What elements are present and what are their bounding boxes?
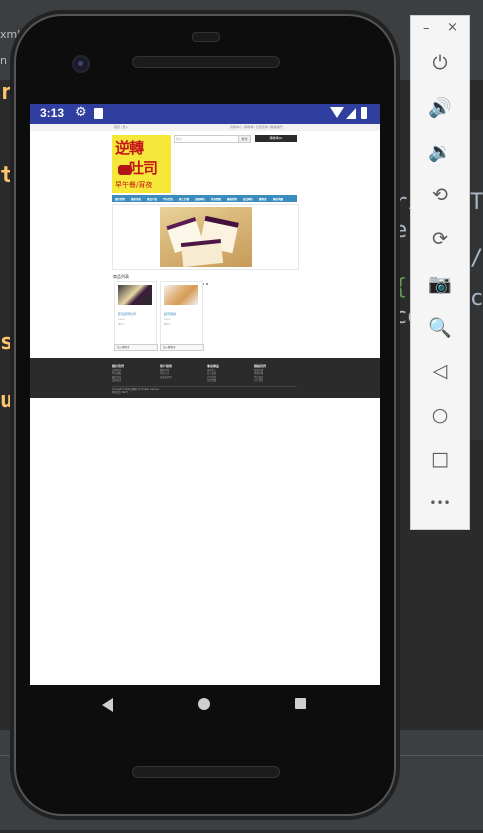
close-button[interactable]: × [447, 20, 458, 35]
footer-link[interactable]: 加盟資訊 [112, 380, 124, 383]
add-to-cart-button[interactable]: 加入購物車 [160, 344, 204, 351]
menu-item[interactable]: 線上訂購 [179, 197, 189, 201]
product-image[interactable] [118, 285, 152, 305]
product-stock: 庫存 99 [118, 324, 125, 326]
product-name[interactable]: 起司蛋餅 [164, 312, 176, 316]
emulator-toolbar: – × ⏻ 🔊 🔉 ⟲ ⟳ 📷 🔍 ◁ ○ □ ••• [410, 15, 470, 530]
ide-code-text: T [470, 190, 483, 215]
product-price: NT$ 50 [164, 319, 171, 321]
volume-up-icon[interactable]: 🔊 [425, 92, 455, 122]
ide-code-text: / [470, 246, 483, 271]
home-icon[interactable]: ○ [425, 400, 455, 430]
banner-carousel[interactable] [112, 204, 299, 270]
menu-item[interactable]: 門市資訊 [163, 197, 173, 201]
minimize-button[interactable]: – [423, 21, 430, 36]
search-input[interactable]: 搜尋 [174, 135, 239, 143]
gear-icon: ⚙ [75, 105, 87, 120]
speaker-grill-bottom [132, 766, 280, 778]
footer-heading: 聯絡我們 [254, 364, 267, 368]
front-camera [72, 55, 90, 73]
speaker-grill-top [132, 56, 280, 68]
volume-down-icon[interactable]: 🔉 [425, 136, 455, 166]
rotate-right-icon[interactable]: ⟳ [425, 224, 455, 254]
status-bar: 3:13 ⚙ [30, 104, 380, 124]
menu-item[interactable]: 購物車 [259, 197, 267, 201]
footer-heading: 客戶服務 [160, 364, 173, 368]
sd-card-icon [94, 108, 103, 119]
add-to-cart-button[interactable]: 加入購物車 [114, 344, 158, 351]
menu-item[interactable]: 網站地圖 [273, 197, 283, 201]
battery-icon [361, 107, 367, 119]
ide-tab-label[interactable]: xml [0, 28, 20, 41]
rotate-left-icon[interactable]: ⟲ [425, 180, 455, 210]
footer-heading: 會員專區 [207, 364, 220, 368]
footer-column: 聯絡我們 客服信箱 營業時間 門市電話 合作提案 [254, 364, 266, 383]
carousel-indicators[interactable] [202, 270, 210, 289]
earpiece [192, 32, 220, 42]
wifi-icon [330, 107, 344, 118]
overview-icon[interactable]: □ [425, 444, 455, 474]
more-icon[interactable]: ••• [425, 488, 455, 518]
banner-toast [180, 238, 224, 267]
site-logo[interactable]: 逆轉 吐司 早午餐/宵夜 [112, 135, 171, 193]
site-footer: 關於我們 品牌故事 門市據點 最新消息 加盟資訊 客戶服務 購物說明 付款方式 … [30, 358, 380, 398]
back-icon[interactable]: ◁ [425, 356, 455, 386]
menu-item[interactable]: 會員專區 [243, 197, 253, 201]
footer-link[interactable]: 常見問題 [207, 380, 219, 383]
footer-column: 關於我們 品牌故事 門市據點 最新消息 加盟資訊 [112, 364, 124, 383]
menu-item[interactable]: 聯絡我們 [227, 197, 237, 201]
footer-divider [112, 386, 297, 387]
product-card[interactable]: 藍莓起司吐司 NT$ 60 庫存 99 [114, 281, 157, 345]
menu-item[interactable]: 最新消息 [131, 197, 141, 201]
webpage[interactable]: 首頁 | 登入 會員中心 | 購物車 | 訂單查詢 | 聯絡我們 逆轉 吐司 早… [30, 124, 380, 685]
footer-column: 客戶服務 購物說明 付款方式 退換貨說明 [160, 364, 172, 380]
logo-line-1: 逆轉 [115, 139, 144, 157]
footer-heading: 關於我們 [112, 364, 125, 368]
product-image[interactable] [164, 285, 198, 305]
footer-link[interactable]: 退換貨說明 [160, 377, 172, 380]
product-stock: 庫存 99 [164, 324, 171, 326]
logo-line-3: 早午餐/宵夜 [115, 181, 153, 189]
zoom-icon[interactable]: 🔍 [425, 312, 455, 342]
topbar-left-links[interactable]: 首頁 | 登入 [114, 125, 128, 129]
status-time: 3:13 [40, 106, 65, 120]
ide-scrollbar[interactable] [469, 120, 483, 440]
topbar-right-links[interactable]: 會員中心 | 購物車 | 訂單查詢 | 聯絡我們 [230, 125, 282, 129]
phone-screen[interactable]: 3:13 ⚙ 首頁 | 登入 會員中心 | 購物車 | 訂單查詢 | 聯絡我們 … [30, 104, 380, 685]
section-title: 商品列表 [113, 274, 129, 279]
cell-signal-icon [346, 108, 356, 119]
power-icon[interactable]: ⏻ [425, 48, 455, 78]
footer-link[interactable]: 合作提案 [254, 380, 266, 383]
ide-code-text: co [470, 286, 483, 311]
menu-item[interactable]: 加盟專區 [195, 197, 205, 201]
back-icon[interactable] [102, 698, 113, 712]
product-price: NT$ 60 [118, 319, 125, 321]
product-card[interactable]: 起司蛋餅 NT$ 50 庫存 99 [160, 281, 203, 345]
banner-image[interactable] [160, 207, 252, 267]
logo-line-2: 吐司 [129, 159, 158, 177]
search-button[interactable]: 搜尋 [238, 135, 251, 143]
footer-column: 會員專區 會員登入 加入會員 訂單查詢 常見問題 [207, 364, 219, 383]
main-menu: 關於我們 最新消息 產品介紹 門市資訊 線上訂購 加盟專區 常見問題 聯絡我們 … [112, 195, 297, 202]
home-icon[interactable] [198, 698, 210, 710]
recent-apps-icon[interactable] [295, 698, 306, 709]
site-topbar: 首頁 | 登入 會員中心 | 購物車 | 訂單查詢 | 聯絡我們 [30, 124, 380, 131]
camera-icon[interactable]: 📷 [425, 268, 455, 298]
menu-item[interactable]: 常見問題 [211, 197, 221, 201]
menu-item[interactable]: 關於我們 [115, 197, 125, 201]
footer-copyright: Copyright © 2019 逆轉吐司 All rights reserve… [112, 389, 159, 396]
android-nav-bar [30, 685, 380, 725]
menu-item[interactable]: 產品介紹 [147, 197, 157, 201]
carousel-dot[interactable] [206, 283, 208, 285]
copyright-credit: 網站設計 NEXT [112, 392, 128, 395]
emulator-titlebar: – × [411, 16, 469, 42]
cart-button[interactable]: 購物車(0) [255, 135, 297, 142]
product-name[interactable]: 藍莓起司吐司 [118, 312, 136, 316]
